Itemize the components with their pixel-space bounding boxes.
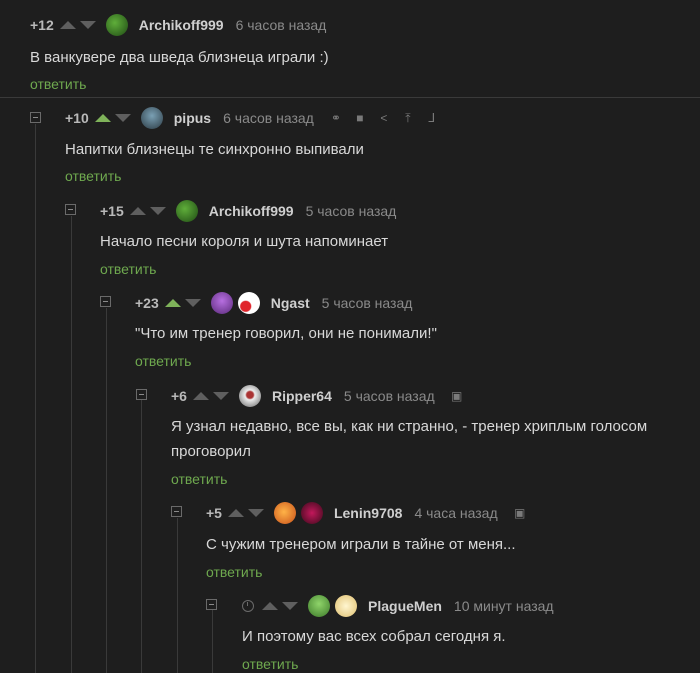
username[interactable]: PlagueMen xyxy=(368,598,442,614)
collapse-button[interactable] xyxy=(65,204,76,215)
upvote-button[interactable] xyxy=(192,392,209,400)
reply-link[interactable]: ответить xyxy=(206,564,262,580)
comment-thread: +12 Archikoff999 6 часов назад В ванкуве… xyxy=(0,0,700,673)
comment-header: +23 Ngast 5 часов назад xyxy=(135,291,426,315)
thread-line xyxy=(212,610,213,673)
link-icon[interactable]: ⚭ xyxy=(328,110,344,126)
reply-link[interactable]: ответить xyxy=(65,168,121,184)
upvote-button[interactable] xyxy=(262,602,278,610)
collapse-button[interactable] xyxy=(171,506,182,517)
reply-link[interactable]: ответить xyxy=(171,471,227,487)
avatar[interactable] xyxy=(273,502,296,524)
comment-header: PlagueMen 10 минут назад xyxy=(242,594,568,618)
collapse-button[interactable] xyxy=(206,599,217,610)
thread-line xyxy=(177,518,178,673)
comment-header: +5 Lenin9708 4 часа назад ▣ xyxy=(206,501,536,525)
collapse-button[interactable] xyxy=(100,296,111,307)
comment-rating: +15 xyxy=(100,203,124,219)
comment-rating: +10 xyxy=(65,110,89,126)
avatar[interactable] xyxy=(140,107,163,129)
comment-text: И поэтому вас всех собрал сегодня я. xyxy=(242,628,506,645)
timestamp[interactable]: 6 часов назад xyxy=(223,110,314,126)
avatar[interactable] xyxy=(308,595,330,617)
comment-header: +12 Archikoff999 6 часов назад xyxy=(30,13,340,37)
comment-header: +6 Ripper64 5 часов назад ▣ xyxy=(171,384,473,408)
comment-text: Напитки близнецы те синхронно выпивали xyxy=(65,141,364,158)
branch-icon[interactable]: ⅃ xyxy=(424,110,440,126)
username[interactable]: Ripper64 xyxy=(272,388,332,404)
username[interactable]: Ngast xyxy=(271,295,310,311)
timestamp[interactable]: 4 часа назад xyxy=(414,505,497,521)
upvote-button[interactable] xyxy=(129,207,146,215)
downvote-button[interactable] xyxy=(114,114,131,122)
comment-header: +15 Archikoff999 5 часов назад xyxy=(100,199,410,223)
android-icon: ▣ xyxy=(450,389,463,403)
avatar[interactable] xyxy=(238,385,261,407)
username[interactable]: Archikoff999 xyxy=(139,17,224,33)
downvote-button[interactable] xyxy=(184,299,201,307)
collapse-button[interactable] xyxy=(30,112,41,123)
timestamp[interactable]: 10 минут назад xyxy=(454,598,554,614)
thread-connector xyxy=(0,97,700,98)
username[interactable]: pipus xyxy=(174,110,211,126)
share-icon[interactable]: < xyxy=(376,110,392,126)
thread-line xyxy=(71,216,72,673)
timestamp[interactable]: 5 часов назад xyxy=(306,203,397,219)
reply-link[interactable]: ответить xyxy=(30,76,86,92)
comment-text: С чужим тренером играли в тайне от меня.… xyxy=(206,536,516,553)
android-icon: ▣ xyxy=(513,506,526,520)
timestamp[interactable]: 6 часов назад xyxy=(236,17,327,33)
timestamp[interactable]: 5 часов назад xyxy=(344,388,435,404)
comment-rating: +5 xyxy=(206,505,222,521)
thread-line xyxy=(106,308,107,673)
comment-text: В ванкувере два шведа близнеца играли :) xyxy=(30,49,329,66)
downvote-button[interactable] xyxy=(282,602,298,610)
save-icon[interactable]: ■ xyxy=(352,110,368,126)
downvote-button[interactable] xyxy=(149,207,166,215)
comment-header: +10 pipus 6 часов назад ⚭ ■ < ⤒ ⅃ xyxy=(65,106,448,130)
upvote-button[interactable] xyxy=(59,21,76,29)
downvote-button[interactable] xyxy=(212,392,229,400)
timestamp[interactable]: 5 часов назад xyxy=(322,295,413,311)
badge-avatar xyxy=(300,502,323,524)
thread-line xyxy=(35,124,36,673)
reply-link[interactable]: ответить xyxy=(100,261,156,277)
collapse-button[interactable] xyxy=(136,389,147,400)
avatar[interactable] xyxy=(105,14,128,36)
username[interactable]: Archikoff999 xyxy=(209,203,294,219)
scroll-to-parent-icon[interactable]: ⤒ xyxy=(400,110,416,126)
upvote-button[interactable] xyxy=(227,509,244,517)
downvote-button[interactable] xyxy=(247,509,264,517)
downvote-button[interactable] xyxy=(79,21,96,29)
reply-link[interactable]: ответить xyxy=(242,656,298,672)
comment-rating: +12 xyxy=(30,17,54,33)
thread-line xyxy=(141,400,142,673)
comment-rating: +6 xyxy=(171,388,187,404)
comment-text: "Что им тренер говорил, они не понимали!… xyxy=(135,325,437,342)
avatar[interactable] xyxy=(210,292,233,314)
reply-link[interactable]: ответить xyxy=(135,353,191,369)
badge-avatar xyxy=(335,595,357,617)
clock-icon xyxy=(242,600,254,612)
comment-text: Начало песни короля и шута напоминает xyxy=(100,233,389,250)
badge-avatar xyxy=(237,292,260,314)
username[interactable]: Lenin9708 xyxy=(334,505,402,521)
upvote-button[interactable] xyxy=(164,299,181,307)
avatar[interactable] xyxy=(175,200,198,222)
comment-text-continued: проговорил xyxy=(171,443,251,460)
upvote-button[interactable] xyxy=(94,114,111,122)
comment-rating: +23 xyxy=(135,295,159,311)
